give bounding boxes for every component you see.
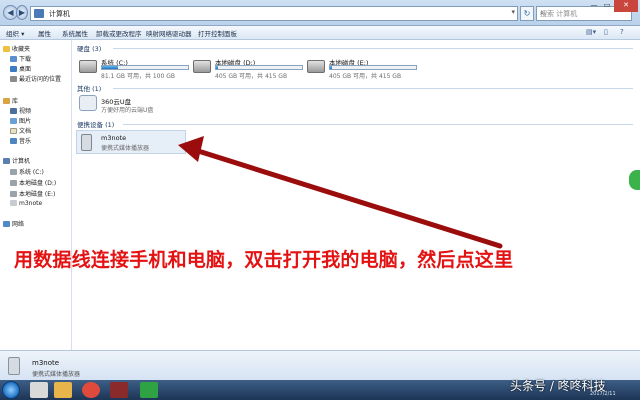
file-explorer-icon[interactable]	[54, 382, 72, 398]
nav-drive-d[interactable]: 本地磁盘 (D:)	[10, 178, 56, 187]
cloud-disk-subtitle: 方便好用的云端U盘	[101, 107, 154, 114]
drive-usage-bar	[101, 65, 189, 70]
drive-info: 81.1 GB 可用，共 100 GB	[101, 73, 175, 80]
documents-icon	[10, 128, 17, 134]
group-divider	[113, 88, 633, 89]
instruction-annotation: 用数据线连接手机和电脑，双击打开我的电脑，然后点这里	[14, 249, 514, 271]
nav-drive-c[interactable]: 系统 (C:)	[10, 167, 44, 176]
navigation-pane: 收藏夹 下载 桌面 最近访问的位置 库 视频 图片 文档 音乐 计算机 系统 (…	[0, 40, 72, 350]
device-m3note-item[interactable]: m3note 便携式媒体播放器	[76, 130, 186, 154]
device-title: m3note	[101, 134, 127, 142]
address-bar-region: ◀ ▶ 计算机 ▾ ↻ 搜索 计算机 ⌕ — ▭ ✕	[0, 0, 640, 26]
nav-computer[interactable]: 计算机	[3, 156, 30, 165]
nav-documents[interactable]: 文档	[10, 126, 31, 135]
group-other[interactable]: 其他 (1)	[77, 83, 101, 93]
group-divider	[113, 48, 633, 49]
nav-favorites[interactable]: 收藏夹	[3, 44, 30, 53]
system-properties-button[interactable]: 系统属性	[62, 28, 88, 38]
chevron-down-icon[interactable]: ▾	[511, 8, 515, 16]
device-subtitle: 便携式媒体播放器	[101, 145, 150, 152]
help-icon[interactable]: ?	[620, 28, 624, 36]
nav-videos[interactable]: 视频	[10, 106, 31, 115]
organize-button[interactable]: 组织 ▾	[6, 28, 24, 38]
open-control-panel-button[interactable]: 打开控制面板	[198, 28, 237, 38]
drive-icon	[193, 60, 211, 73]
star-icon	[3, 46, 10, 52]
cloud-drive-icon	[79, 95, 97, 111]
map-network-drive-button[interactable]: 映射网络驱动器	[146, 28, 192, 38]
refresh-button[interactable]: ↻	[520, 6, 534, 21]
video-icon	[10, 108, 17, 114]
computer-icon	[34, 9, 44, 18]
drive-d-item[interactable]: 本地磁盘 (D:) 405 GB 可用，共 415 GB	[191, 57, 303, 81]
media-player-icon[interactable]	[110, 382, 128, 398]
browser-icon[interactable]	[82, 382, 100, 398]
music-icon	[10, 138, 17, 144]
windows-drive-icon	[79, 60, 97, 73]
command-bar: 组织 ▾ 属性 系统属性 卸载或更改程序 映射网络驱动器 打开控制面板 ▤▾ ▯…	[0, 26, 640, 40]
properties-button[interactable]: 属性	[38, 28, 51, 38]
start-button[interactable]	[2, 381, 20, 399]
phone-icon	[10, 200, 17, 206]
network-icon	[3, 221, 10, 227]
pictures-icon	[10, 118, 17, 124]
maximize-button[interactable]: ▭	[601, 0, 613, 12]
content-pane: 硬盘 (3) 系统 (C:) 81.1 GB 可用，共 100 GB 本地磁盘 …	[73, 40, 640, 350]
nav-recent[interactable]: 最近访问的位置	[10, 74, 61, 83]
library-icon	[3, 98, 10, 104]
nav-downloads[interactable]: 下载	[10, 54, 31, 63]
drive-usage-fill	[102, 66, 119, 69]
clock-date: 2017/2/11	[590, 391, 616, 397]
spreadsheet-icon[interactable]	[140, 382, 158, 398]
phone-icon	[81, 134, 92, 151]
drive-icon	[10, 180, 17, 186]
nav-pictures[interactable]: 图片	[10, 116, 31, 125]
details-pane: m3note 便携式媒体播放器	[0, 350, 640, 380]
breadcrumb[interactable]: 计算机	[49, 9, 70, 19]
recent-places-icon	[10, 76, 17, 82]
side-widget-tab[interactable]	[629, 170, 640, 190]
group-divider	[123, 124, 633, 125]
drive-usage-bar	[215, 65, 303, 70]
drive-icon	[10, 169, 17, 175]
drive-info: 405 GB 可用，共 415 GB	[215, 73, 288, 80]
details-subtitle: 便携式媒体播放器	[32, 371, 81, 378]
nav-desktop[interactable]: 桌面	[10, 64, 31, 73]
desktop-icon	[10, 66, 17, 72]
close-button[interactable]: ✕	[614, 0, 638, 12]
forward-button[interactable]: ▶	[16, 5, 28, 20]
uninstall-programs-button[interactable]: 卸载或更改程序	[96, 28, 142, 38]
drive-icon	[10, 191, 17, 197]
drive-icon	[307, 60, 325, 73]
app-icon[interactable]	[30, 382, 48, 398]
nav-music[interactable]: 音乐	[10, 136, 31, 145]
drive-e-item[interactable]: 本地磁盘 (E:) 405 GB 可用，共 415 GB	[305, 57, 417, 81]
nav-network[interactable]: 网络	[3, 219, 24, 228]
minimize-button[interactable]: —	[588, 0, 600, 12]
phone-icon	[8, 357, 20, 375]
view-options-icon[interactable]: ▤▾	[586, 28, 596, 36]
drive-c-item[interactable]: 系统 (C:) 81.1 GB 可用，共 100 GB	[77, 57, 189, 81]
drive-usage-fill	[330, 66, 332, 69]
nav-device[interactable]: m3note	[10, 200, 42, 209]
details-title: m3note	[32, 359, 60, 367]
nav-drive-e[interactable]: 本地磁盘 (E:)	[10, 189, 55, 198]
drive-usage-bar	[329, 65, 417, 70]
group-hard-disks[interactable]: 硬盘 (3)	[77, 43, 101, 53]
nav-libraries[interactable]: 库	[3, 96, 18, 105]
computer-icon	[3, 158, 10, 164]
drive-info: 405 GB 可用，共 415 GB	[329, 73, 402, 80]
preview-pane-icon[interactable]: ▯	[604, 28, 608, 36]
group-portable-devices[interactable]: 便携设备 (1)	[77, 119, 114, 129]
downloads-icon	[10, 56, 17, 62]
address-field[interactable]: 计算机 ▾	[30, 6, 518, 21]
drive-usage-fill	[216, 66, 218, 69]
